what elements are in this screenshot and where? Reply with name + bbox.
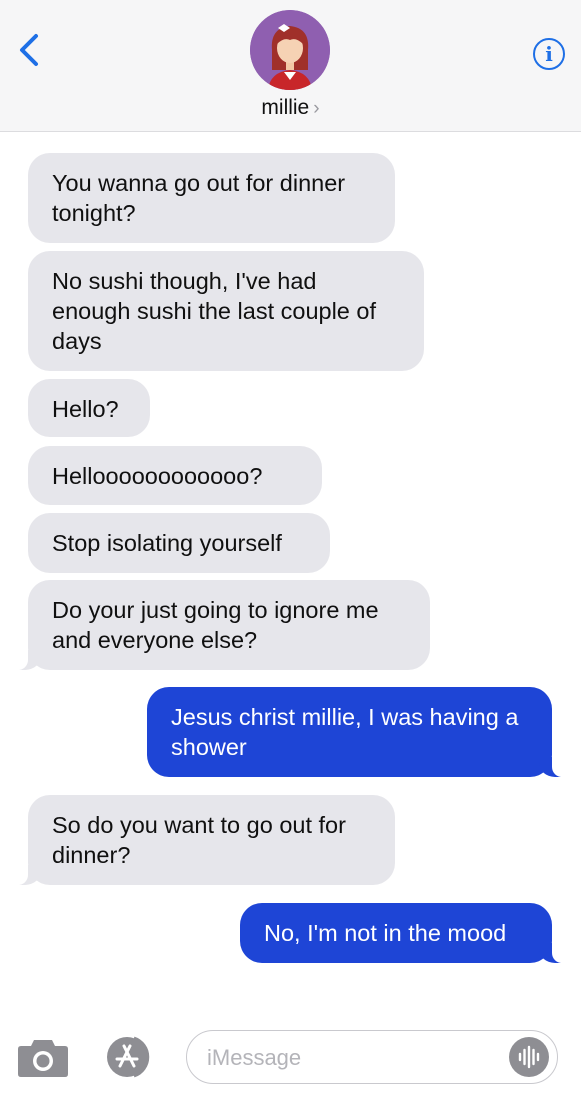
message-bubble-received[interactable]: No sushi though, I've had enough sushi t… <box>28 251 424 371</box>
message-bubble-received[interactable]: Hello? <box>28 379 150 437</box>
avatar-girl-icon <box>250 10 330 90</box>
camera-button[interactable] <box>18 1037 68 1077</box>
audio-waveform-icon <box>518 1045 540 1069</box>
message-bubble-sent[interactable]: Jesus christ millie, I was having a show… <box>147 687 568 777</box>
message-text: You wanna go out for dinner tonight? <box>52 170 346 226</box>
message-bubble-received[interactable]: Helloooooooooooo? <box>28 446 322 505</box>
message-text: Hello? <box>52 396 119 422</box>
message-text: So do you want to go out for dinner? <box>52 812 346 868</box>
message-text: Helloooooooooooo? <box>52 463 263 489</box>
message-bubble-received[interactable]: You wanna go out for dinner tonight? <box>28 153 395 243</box>
info-button[interactable]: i <box>533 38 565 70</box>
back-button[interactable] <box>14 30 48 70</box>
message-bubble-received[interactable]: Do your just going to ignore me and ever… <box>12 580 430 670</box>
message-text: Jesus christ millie, I was having a show… <box>171 704 519 760</box>
chevron-right-icon: › <box>313 98 320 119</box>
avatar[interactable] <box>250 10 330 90</box>
message-text: No sushi though, I've had enough sushi t… <box>52 268 377 354</box>
message-bubble-received[interactable]: So do you want to go out for dinner? <box>12 795 395 885</box>
message-input-container <box>186 1030 558 1084</box>
contact-name[interactable]: millie › <box>0 96 581 120</box>
conversation-header: millie › i <box>0 0 581 132</box>
message-text: Stop isolating yourself <box>52 530 282 556</box>
chevron-left-icon <box>20 34 38 66</box>
info-icon: i <box>545 42 553 66</box>
audio-message-button[interactable] <box>509 1037 549 1077</box>
camera-icon <box>18 1040 68 1077</box>
app-store-button[interactable] <box>104 1034 156 1080</box>
message-text: Do your just going to ignore me and ever… <box>52 597 379 653</box>
app-store-icon <box>107 1036 150 1078</box>
message-bubble-received[interactable]: Stop isolating yourself <box>28 513 330 573</box>
message-text: No, I'm not in the mood <box>264 920 507 946</box>
message-bubble-sent[interactable]: No, I'm not in the mood <box>240 903 568 963</box>
message-input[interactable] <box>207 1043 497 1073</box>
contact-name-label: millie <box>261 96 310 119</box>
